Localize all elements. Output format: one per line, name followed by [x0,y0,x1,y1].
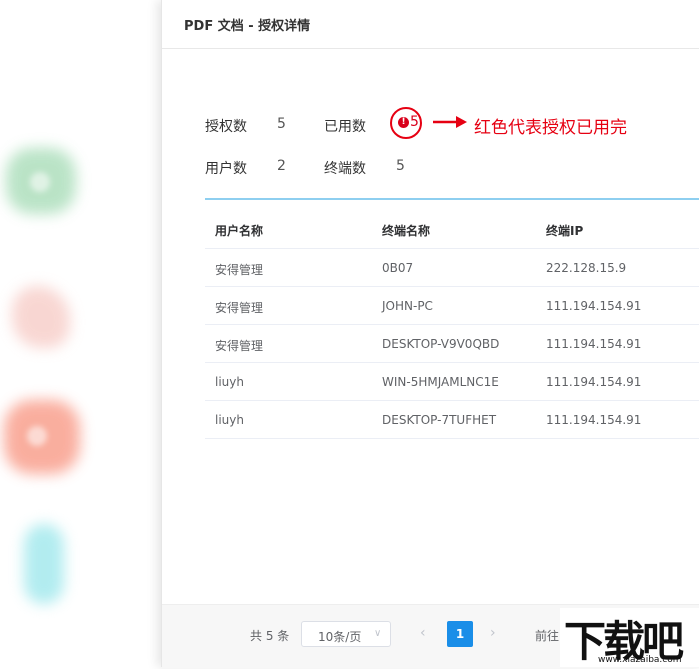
used-count-label: 已用数 [324,119,366,135]
cell-terminal-name: DESKTOP-7TUFHET [382,413,497,427]
section-divider [205,198,699,200]
page-number-button[interactable]: 1 [447,621,473,647]
annotation-text: 红色代表授权已用完 [474,118,627,138]
license-detail-dialog: PDF 文档 - 授权详情 授权数 5 已用数 用户数 2 终端数 5 ! 5 … [161,0,699,668]
goto-page-label: 前往 [535,629,560,643]
cell-terminal-name: 0B07 [382,261,414,275]
background-dot [30,172,50,192]
next-page-button[interactable]: › [490,625,496,641]
cell-terminal-ip: 111.194.154.91 [546,299,642,313]
exclamation-icon: ! [398,117,409,128]
page-size-select[interactable]: 10条/页 ∨ [301,621,391,647]
arrow-right-icon [433,116,467,128]
cell-user-name: 安得管理 [215,339,264,353]
license-count-label: 授权数 [205,119,247,135]
used-count-value: 5 [410,114,419,130]
total-count: 共 5 条 [250,629,290,643]
chevron-down-icon: ∨ [374,628,382,639]
page-size-value: 10条/页 [318,630,362,644]
table-row: 安得管理 DESKTOP-V9V0QBD 111.194.154.91 [205,325,699,363]
column-header-terminal-name: 终端名称 [382,224,431,238]
table-header-row: 用户名称 终端名称 终端IP [205,210,699,249]
table-row: liuyh WIN-5HMJAMLNC1E 111.194.154.91 [205,363,699,401]
cell-terminal-name: DESKTOP-V9V0QBD [382,337,500,351]
license-count-value: 5 [277,116,286,132]
cell-terminal-name: WIN-5HMJAMLNC1E [382,375,499,389]
table-row: 安得管理 0B07 222.128.15.9 [205,249,699,287]
table-row: 安得管理 JOHN-PC 111.194.154.91 [205,287,699,325]
cell-terminal-ip: 111.194.154.91 [546,337,642,351]
cell-terminal-ip: 222.128.15.9 [546,261,627,275]
dialog-title: PDF 文档 - 授权详情 [184,19,311,34]
cell-terminal-ip: 111.194.154.91 [546,413,642,427]
used-count-highlight: ! 5 [390,107,422,139]
user-count-label: 用户数 [205,161,247,177]
cell-terminal-ip: 111.194.154.91 [546,375,642,389]
column-header-user-name: 用户名称 [215,224,264,238]
background-blob-pink [12,286,70,348]
prev-page-button[interactable]: ‹ [420,625,426,641]
terminal-count-value: 5 [396,158,405,174]
watermark-logo: 下载吧 www.xiazaiba.com [560,608,699,667]
cell-user-name: 安得管理 [215,301,264,315]
cell-user-name: liuyh [215,375,244,389]
cell-terminal-name: JOHN-PC [382,299,433,313]
table-row: liuyh DESKTOP-7TUFHET 111.194.154.91 [205,401,699,439]
background-dot [27,426,47,446]
cell-user-name: 安得管理 [215,263,264,277]
watermark-url: www.xiazaiba.com [598,655,682,665]
background-blob-cyan [24,524,64,604]
cell-user-name: liuyh [215,413,244,427]
column-header-terminal-ip: 终端IP [546,224,584,238]
user-count-value: 2 [277,158,286,174]
terminal-count-label: 终端数 [324,161,366,177]
dialog-header: PDF 文档 - 授权详情 [162,0,699,49]
